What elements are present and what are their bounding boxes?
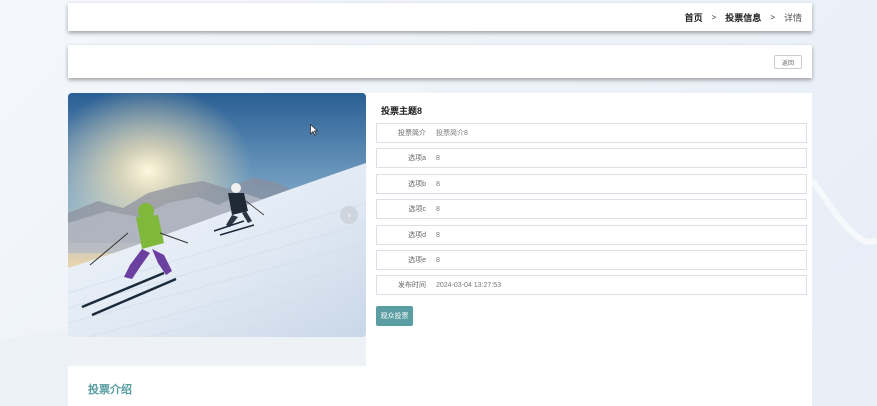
back-button[interactable]: 返回: [774, 55, 802, 69]
field-value: 2024-03-04 13:27:53: [436, 281, 501, 289]
breadcrumb-home[interactable]: 首页: [685, 11, 703, 24]
field-publish-time: 发布时间 2024-03-04 13:27:53: [376, 275, 807, 295]
field-value: 8: [436, 154, 440, 162]
breadcrumb-separator: >: [770, 12, 775, 22]
field-label: 选项c: [408, 206, 427, 213]
mouse-cursor-icon: [310, 124, 318, 136]
detail-card: › 投票主题8 投票简介 投票简介8 选项a 8 选项b 8 选项c 8 选项d…: [68, 93, 812, 368]
skiing-photo: [68, 93, 366, 337]
field-value: 8: [436, 180, 440, 188]
intro-title: 投票介绍: [88, 384, 132, 396]
field-value: 8: [436, 205, 440, 213]
vote-title: 投票主题8: [381, 106, 423, 116]
field-option-a: 选项a 8: [376, 148, 807, 168]
field-option-c: 选项c 8: [376, 199, 807, 219]
field-label: 发布时间: [398, 282, 426, 289]
field-option-b: 选项b 8: [376, 174, 807, 194]
field-option-e: 选项e 8: [376, 250, 807, 270]
breadcrumb: 首页 > 投票信息 > 详情: [68, 3, 812, 31]
breadcrumb-separator: >: [711, 12, 717, 22]
audience-vote-button[interactable]: 观众投票: [376, 306, 413, 326]
breadcrumb-current: 详情: [783, 12, 802, 23]
field-value: 8: [436, 231, 440, 239]
field-value: 8: [436, 256, 440, 264]
carousel-next-arrow-icon[interactable]: ›: [340, 206, 358, 224]
breadcrumb-vote-info[interactable]: 投票信息: [725, 11, 761, 24]
field-intro: 投票简介 投票简介8: [376, 123, 807, 143]
field-value: 投票简介8: [436, 130, 468, 137]
field-label: 选项b: [408, 181, 426, 188]
intro-section: 投票介绍: [68, 368, 812, 406]
action-bar: 返回: [68, 45, 812, 78]
field-label: 投票简介: [398, 130, 426, 137]
field-label: 选项d: [408, 232, 426, 239]
field-label: 选项a: [408, 155, 426, 162]
field-label: 选项e: [408, 257, 426, 264]
field-option-d: 选项d 8: [376, 225, 807, 245]
